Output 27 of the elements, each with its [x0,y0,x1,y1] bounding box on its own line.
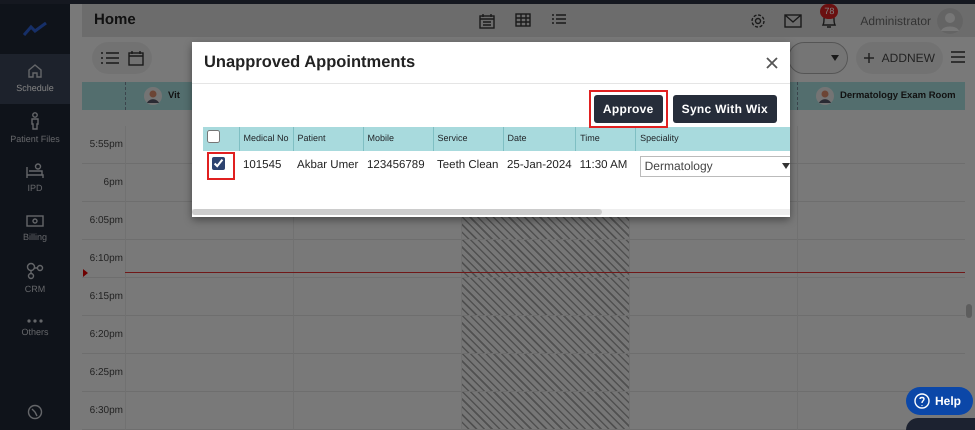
table-cell: 11:30 AM [580,159,628,172]
time-label: 6:20pm [90,328,123,342]
notification-badge: 78 [820,4,838,20]
column-header: Medical No [239,127,294,151]
table-cell: 101545 [243,159,282,172]
time-label: 6:15pm [90,290,123,304]
time-label: 5:55pm [90,138,123,152]
column-header: Patient [293,127,364,151]
time-label: 6:10pm [90,252,123,266]
column-header: Date [503,127,576,151]
column-header: Time [576,127,636,151]
column-header: Mobile [363,127,434,151]
table-cell: Akbar Umer [297,159,358,172]
modal-title: Unapproved Appointments [204,52,416,74]
time-label: 6:30pm [90,404,123,418]
column-header: Dermatology Exam Room [840,88,956,103]
column-header: Service [433,127,504,151]
column-header: Vit [168,88,180,103]
user-name: Administrator [860,12,931,30]
time-label: 6:25pm [90,366,123,380]
column-header: Speciality [636,127,790,151]
table-cell: Teeth Clean [437,159,498,172]
table-cell: 123456789 [367,159,425,172]
table-cell: 25-Jan-2024 [507,159,572,172]
time-label: 6pm [104,176,123,190]
time-label: 6:05pm [90,214,123,228]
page-title: Home [94,10,136,30]
